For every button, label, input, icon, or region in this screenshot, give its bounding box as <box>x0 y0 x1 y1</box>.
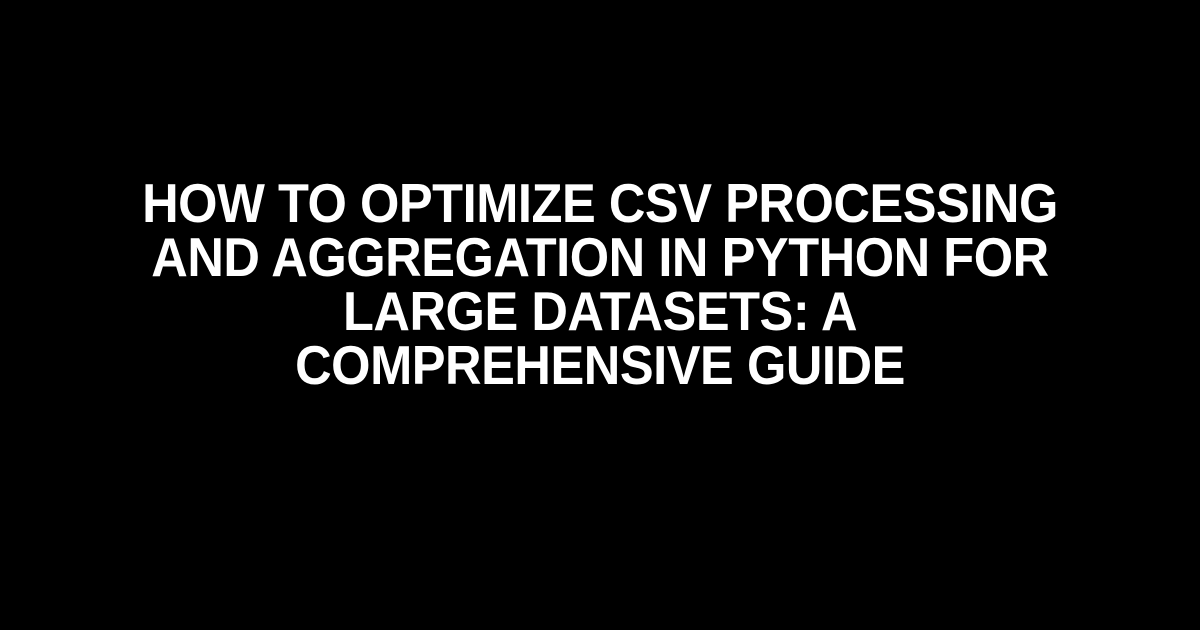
title-container: How to Optimize CSV Processing and Aggre… <box>0 177 1200 393</box>
page-title: How to Optimize CSV Processing and Aggre… <box>131 177 1069 393</box>
